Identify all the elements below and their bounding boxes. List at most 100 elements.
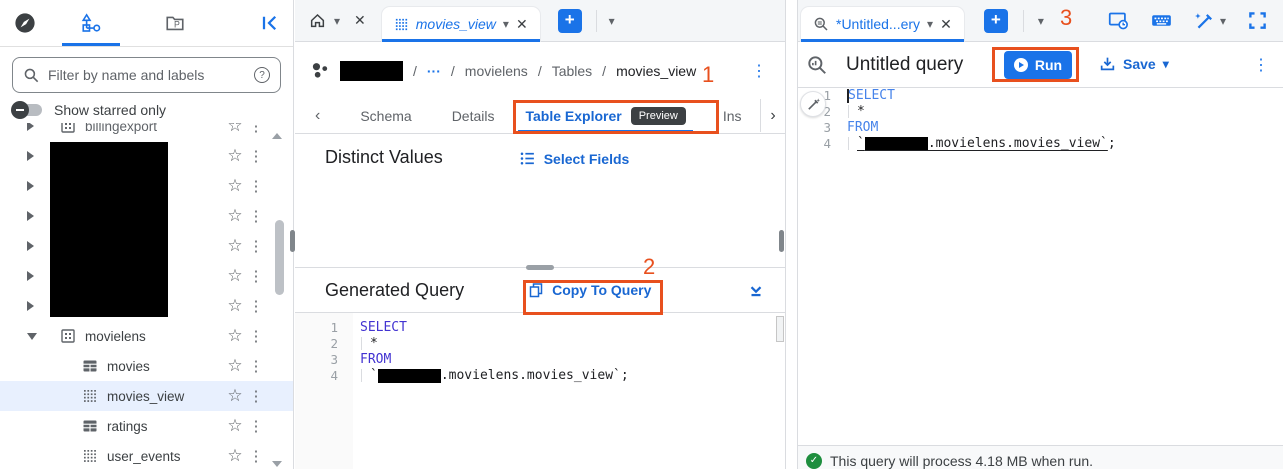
add-tab-button[interactable]: + (558, 9, 582, 33)
table-reference-link[interactable]: .movielens.movies_view` (928, 136, 1108, 151)
tab-movies-view[interactable]: movies_view ▾ ✕ (382, 7, 540, 41)
filter-search-box[interactable]: ? (12, 57, 281, 93)
tab-label: movies_view (416, 16, 496, 32)
expand-arrow-icon[interactable] (27, 241, 34, 251)
tree-item-billingexport[interactable]: billingexport ☆ ⋮ (0, 123, 293, 141)
keyboard-icon[interactable] (1151, 10, 1172, 31)
star-icon[interactable]: ☆ (223, 326, 247, 346)
tree-item-movielens[interactable]: movielens ☆ ⋮ (0, 321, 293, 351)
add-tab-button[interactable]: + (984, 9, 1008, 33)
star-icon[interactable]: ☆ (223, 206, 247, 226)
more-vert-icon[interactable]: ⋮ (247, 207, 265, 225)
tree-item-movies[interactable]: movies ☆ ⋮ (0, 351, 293, 381)
section-drag-handle[interactable] (526, 265, 554, 270)
tab-explorer-tree[interactable] (62, 0, 120, 46)
home-icon[interactable] (309, 12, 326, 29)
caret-down-icon[interactable]: ▾ (334, 14, 340, 28)
copy-to-query-button[interactable]: Copy To Query (528, 282, 651, 298)
close-tab-icon[interactable]: ✕ (940, 16, 952, 33)
breadcrumb-current: movies_view (616, 63, 696, 79)
more-vert-icon[interactable]: ⋮ (247, 267, 265, 285)
search-input[interactable] (48, 67, 246, 83)
more-vert-icon[interactable]: ⋮ (247, 327, 265, 345)
star-icon[interactable]: ☆ (223, 416, 247, 436)
fullscreen-icon[interactable] (1248, 11, 1267, 30)
close-icon[interactable]: ✕ (354, 12, 366, 29)
more-vert-icon[interactable]: ⋮ (247, 357, 265, 375)
star-icon[interactable]: ☆ (223, 386, 247, 406)
more-vert-icon[interactable]: ⋮ (247, 237, 265, 255)
expand-arrow-icon[interactable] (27, 181, 34, 191)
expand-arrow-icon[interactable] (27, 151, 34, 161)
tab-schema[interactable]: Schema (360, 108, 411, 124)
scroll-up-arrow[interactable] (272, 133, 282, 139)
play-icon (1014, 58, 1028, 72)
sql-editor[interactable]: 1SELECT 2* 3FROM 4`.movielens.movies_vie… (798, 88, 1283, 445)
tab-details[interactable]: Details (452, 108, 495, 124)
tab-project-files[interactable]: P (146, 0, 204, 46)
section-title: Generated Query (325, 280, 464, 301)
more-vert-icon[interactable]: ⋮ (751, 61, 767, 81)
distinct-values-section: Distinct Values Select Fields (295, 134, 785, 268)
show-starred-toggle[interactable] (14, 104, 42, 116)
expand-arrow-icon[interactable] (27, 211, 34, 221)
star-icon[interactable]: ☆ (223, 266, 247, 286)
tab-untitled-query[interactable]: *Untitled...ery ▾ ✕ (801, 7, 964, 41)
collapse-section-icon[interactable] (747, 281, 765, 299)
sidebar-scrollbar[interactable] (275, 220, 284, 295)
query-title[interactable]: Untitled query (846, 54, 963, 76)
more-vert-icon[interactable]: ⋮ (1253, 55, 1269, 75)
redacted-project-id (865, 137, 928, 151)
more-vert-icon[interactable]: ⋮ (247, 447, 265, 465)
breadcrumb-tables[interactable]: Tables (552, 63, 592, 79)
redacted-project-names (50, 142, 168, 317)
panel-resize-handle[interactable] (290, 230, 295, 252)
expand-arrow-icon[interactable] (27, 271, 34, 281)
breadcrumb-ellipsis[interactable]: ··· (427, 63, 441, 79)
help-icon[interactable]: ? (254, 67, 270, 83)
select-fields-button[interactable]: Select Fields (519, 150, 630, 167)
scroll-tabs-right-icon[interactable]: › (760, 99, 785, 132)
close-tab-icon[interactable]: ✕ (516, 16, 528, 33)
collapse-arrow-icon[interactable] (27, 333, 37, 340)
code-scrollbar[interactable] (776, 316, 784, 342)
scroll-down-arrow[interactable] (272, 461, 282, 467)
tree-item-user-events[interactable]: user_events ☆ ⋮ (0, 441, 293, 469)
more-vert-icon[interactable]: ⋮ (247, 297, 265, 315)
caret-down-icon[interactable]: ▾ (1163, 57, 1169, 71)
caret-down-icon[interactable]: ▾ (503, 17, 509, 31)
more-vert-icon[interactable]: ⋮ (247, 147, 265, 165)
star-icon[interactable]: ☆ (223, 176, 247, 196)
compass-icon[interactable] (14, 12, 36, 34)
more-vert-icon[interactable]: ⋮ (247, 417, 265, 435)
panel-resize-handle[interactable] (779, 230, 784, 252)
sql-translation-icon[interactable] (1108, 10, 1129, 31)
star-icon[interactable]: ☆ (223, 296, 247, 316)
star-icon[interactable]: ☆ (223, 356, 247, 376)
more-vert-icon[interactable]: ⋮ (247, 123, 265, 135)
caret-down-icon[interactable]: ▾ (927, 17, 933, 31)
generated-query-code[interactable]: 1SELECT 2* 3FROM 4`.movielens.movies_vie… (295, 313, 785, 469)
breadcrumb-dataset[interactable]: movielens (465, 63, 528, 79)
star-icon[interactable]: ☆ (223, 236, 247, 256)
tree-item-ratings[interactable]: ratings ☆ ⋮ (0, 411, 293, 441)
tab-table-explorer[interactable]: Table Explorer Preview (518, 99, 692, 133)
tab-overflow-caret-icon[interactable]: ▾ (609, 14, 615, 28)
tab-insights[interactable]: Ins (723, 108, 742, 124)
scroll-tabs-left-icon[interactable]: ‹ (315, 107, 320, 125)
star-icon[interactable]: ☆ (223, 123, 247, 136)
run-button[interactable]: Run (1004, 51, 1072, 79)
expand-arrow-icon[interactable] (27, 123, 34, 131)
tab-overflow-caret-icon[interactable]: ▾ (1038, 14, 1044, 28)
more-vert-icon[interactable]: ⋮ (247, 387, 265, 405)
star-icon[interactable]: ☆ (223, 446, 247, 466)
tree-item-movies-view[interactable]: movies_view ☆ ⋮ (0, 381, 293, 411)
collapse-panel-icon[interactable] (259, 13, 279, 33)
star-icon[interactable]: ☆ (223, 146, 247, 166)
more-vert-icon[interactable]: ⋮ (247, 177, 265, 195)
save-button[interactable]: Save ▾ (1099, 55, 1169, 72)
assist-pen-control[interactable]: ▾ (1194, 11, 1226, 31)
gemini-edit-button[interactable] (800, 91, 826, 117)
caret-down-icon[interactable]: ▾ (1220, 14, 1226, 28)
expand-arrow-icon[interactable] (27, 301, 34, 311)
